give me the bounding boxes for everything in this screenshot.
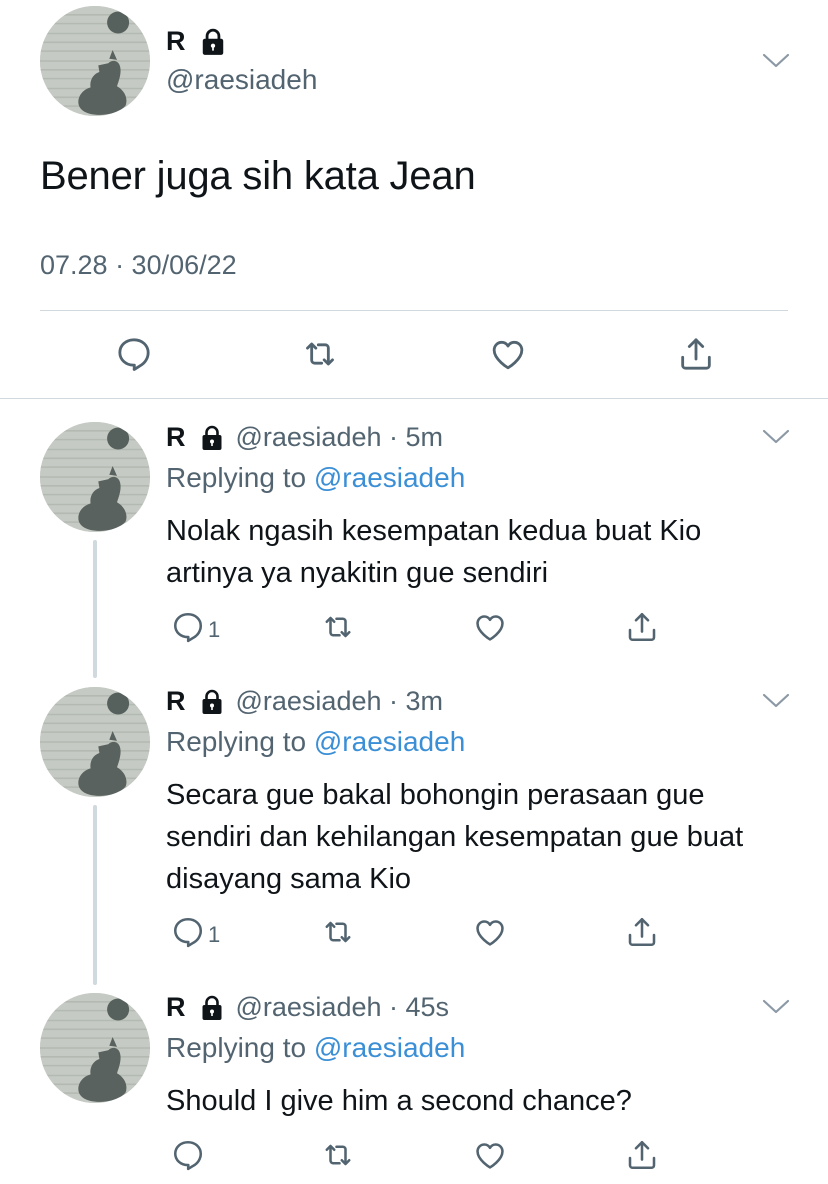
replying-to-handle[interactable]: @raesiadeh xyxy=(314,726,465,757)
tweet-text: Should I give him a second chance? xyxy=(166,1085,632,1117)
replying-prefix: Replying to xyxy=(166,462,307,493)
avatar[interactable] xyxy=(40,993,150,1103)
thread-line xyxy=(93,540,97,678)
retweet-icon[interactable] xyxy=(320,609,356,645)
reply-count: 1 xyxy=(208,617,221,642)
retweet-icon[interactable] xyxy=(300,334,340,374)
tweet-text: Bener juga sih kata Jean xyxy=(40,154,476,198)
chevron-down-icon[interactable] xyxy=(762,428,790,446)
divider xyxy=(40,310,788,311)
tweet-text: Secara gue bakal bohongin perasaan gue s… xyxy=(166,779,744,895)
divider xyxy=(0,398,828,399)
replying-to-handle[interactable]: @raesiadeh xyxy=(314,1032,465,1063)
reply-icon[interactable] xyxy=(114,334,154,374)
reply-icon[interactable] xyxy=(170,914,206,950)
lock-icon xyxy=(200,995,224,1021)
like-icon[interactable] xyxy=(488,334,528,374)
lock-icon xyxy=(200,689,224,715)
lock-icon xyxy=(200,425,224,451)
tweet-timestamp[interactable]: 07.28 · 30/06/22 xyxy=(40,250,237,281)
retweet-icon[interactable] xyxy=(320,1137,356,1173)
author-row: R @raesiadeh · 5m xyxy=(166,422,443,453)
reply-count: 1 xyxy=(208,922,221,947)
tweet-text: Nolak ngasih kesempatan kedua buat Kio a… xyxy=(166,515,702,589)
author-handle-time[interactable]: @raesiadeh · 45s xyxy=(236,992,450,1023)
author-name[interactable]: R xyxy=(166,992,186,1023)
like-icon[interactable] xyxy=(472,609,508,645)
replying-prefix: Replying to xyxy=(166,1032,307,1063)
share-icon[interactable] xyxy=(676,334,716,374)
replying-to: Replying to @raesiadeh xyxy=(166,462,465,494)
share-icon[interactable] xyxy=(624,609,660,645)
share-icon[interactable] xyxy=(624,914,660,950)
author-handle-time[interactable]: @raesiadeh · 5m xyxy=(236,422,444,453)
author-row: R @raesiadeh · 45s xyxy=(166,992,449,1023)
reply-icon[interactable] xyxy=(170,1137,206,1173)
retweet-icon[interactable] xyxy=(320,914,356,950)
share-icon[interactable] xyxy=(624,1137,660,1173)
author-name[interactable]: R xyxy=(166,26,186,57)
author-row: R @raesiadeh · 3m xyxy=(166,686,443,717)
like-icon[interactable] xyxy=(472,914,508,950)
like-icon[interactable] xyxy=(472,1137,508,1173)
replying-to: Replying to @raesiadeh xyxy=(166,726,465,758)
replying-to-handle[interactable]: @raesiadeh xyxy=(314,462,465,493)
avatar[interactable] xyxy=(40,687,150,797)
replying-to: Replying to @raesiadeh xyxy=(166,1032,465,1064)
author-handle[interactable]: @raesiadeh xyxy=(166,64,317,96)
thread-line xyxy=(93,805,97,985)
chevron-down-icon[interactable] xyxy=(762,52,790,70)
avatar[interactable] xyxy=(40,422,150,532)
replying-prefix: Replying to xyxy=(166,726,307,757)
author-handle-time[interactable]: @raesiadeh · 3m xyxy=(236,686,444,717)
avatar[interactable] xyxy=(40,6,150,116)
author-name-row: R xyxy=(166,26,226,57)
lock-icon xyxy=(200,28,226,56)
chevron-down-icon[interactable] xyxy=(762,998,790,1016)
chevron-down-icon[interactable] xyxy=(762,692,790,710)
reply-icon[interactable] xyxy=(170,609,206,645)
author-name[interactable]: R xyxy=(166,422,186,453)
author-name[interactable]: R xyxy=(166,686,186,717)
